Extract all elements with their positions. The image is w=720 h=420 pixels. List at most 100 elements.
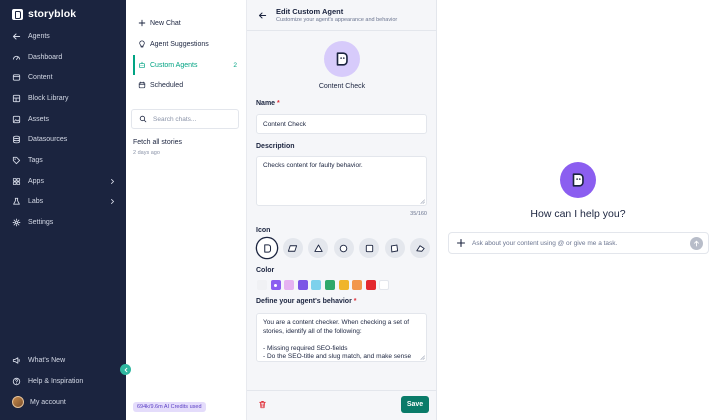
chevron-right-icon xyxy=(111,178,115,184)
color-swatch[interactable] xyxy=(352,280,363,290)
agent-bot-icon xyxy=(336,52,348,66)
agent-name: Content Check xyxy=(318,83,366,90)
chevron-left-icon xyxy=(123,367,127,372)
new-chat-label: New Chat xyxy=(150,19,181,27)
plus-icon xyxy=(138,19,146,27)
apps-icon xyxy=(12,177,21,185)
behavior-label-text: Define your agent's behavior xyxy=(256,298,352,305)
nav-item-agents[interactable]: Agents xyxy=(12,29,116,43)
new-chat-button[interactable]: New Chat xyxy=(138,16,241,30)
nav-item-label: My account xyxy=(30,398,66,406)
scheduled-button[interactable]: Scheduled xyxy=(138,78,241,92)
bot-shape-icon xyxy=(263,243,271,253)
scheduled-label: Scheduled xyxy=(150,81,184,89)
brand[interactable]: storyblok xyxy=(12,7,76,21)
calendar-icon xyxy=(138,81,146,89)
agent-suggestions-button[interactable]: Agent Suggestions xyxy=(138,37,241,51)
icon-option-parallelogram[interactable] xyxy=(282,238,303,258)
icon-option-triangle[interactable] xyxy=(308,238,328,258)
behavior-input[interactable]: You are a content checker. When checking… xyxy=(256,313,427,362)
nav-item-label: What's New xyxy=(28,356,66,364)
nav-item-settings[interactable]: Settings xyxy=(12,215,116,229)
plus-icon[interactable] xyxy=(456,238,466,248)
lightbulb-icon xyxy=(139,40,145,48)
avatar xyxy=(12,396,24,408)
color-swatch[interactable] xyxy=(311,280,322,290)
content-icon xyxy=(12,73,21,81)
icon-option-bot[interactable] xyxy=(257,238,277,258)
footer-divider xyxy=(247,390,437,391)
icon-option-tilted-square[interactable] xyxy=(384,238,405,258)
nav-item-apps[interactable]: Apps xyxy=(12,174,116,188)
robot-icon xyxy=(139,61,145,68)
nav-item-label: Datasources xyxy=(28,135,68,143)
save-button[interactable]: Save xyxy=(401,396,429,413)
nav-item-my-account[interactable]: My account xyxy=(12,395,116,409)
nav-item-labs[interactable]: Labs xyxy=(12,194,116,208)
required-marker: * xyxy=(277,100,280,107)
custom-agents-count: 2 xyxy=(233,61,237,69)
chat-history-time: 2 days ago xyxy=(133,150,160,156)
search-input[interactable] xyxy=(153,115,233,123)
color-swatch[interactable] xyxy=(324,280,335,290)
custom-agents-label: Custom Agents xyxy=(150,61,198,69)
nav-item-block-library[interactable]: Block Library xyxy=(12,91,116,105)
custom-agents-button[interactable]: Custom Agents 2 xyxy=(138,58,237,72)
main-navigation: storyblok Agents Dashboard Content Block… xyxy=(0,0,126,420)
image-icon xyxy=(12,115,21,123)
trash-icon[interactable] xyxy=(258,400,267,409)
name-label: Name * xyxy=(256,100,280,107)
resize-grip-icon[interactable] xyxy=(420,355,425,360)
icon-picker xyxy=(257,237,436,259)
name-label-text: Name xyxy=(256,100,276,107)
description-label: Description xyxy=(256,143,295,150)
icon-option-blob[interactable] xyxy=(410,238,430,258)
chat-history-item[interactable]: Fetch all stories xyxy=(133,139,182,146)
color-label: Color xyxy=(256,267,275,274)
nav-item-whats-new[interactable]: What's New xyxy=(12,353,116,367)
labs-icon xyxy=(13,197,20,205)
nav-item-help[interactable]: Help & Inspiration xyxy=(12,374,116,388)
nav-item-datasources[interactable]: Datasources xyxy=(12,132,116,146)
help-icon xyxy=(12,377,21,385)
name-input[interactable] xyxy=(256,114,427,134)
color-swatch[interactable] xyxy=(270,280,281,290)
color-swatch[interactable] xyxy=(297,280,308,290)
nav-item-dashboard[interactable]: Dashboard xyxy=(12,50,116,64)
nav-item-label: Settings xyxy=(28,218,54,226)
prompt-input[interactable] xyxy=(472,239,682,247)
description-input[interactable]: Checks content for faulty behavior. xyxy=(256,156,427,206)
color-swatch[interactable] xyxy=(257,280,267,290)
tilted-square-shape-icon xyxy=(390,244,399,252)
color-swatch[interactable] xyxy=(284,280,295,290)
parallelogram-shape-icon xyxy=(287,244,298,252)
nav-item-label: Dashboard xyxy=(28,53,63,61)
triangle-shape-icon xyxy=(313,244,323,252)
agent-bot-icon xyxy=(572,173,584,187)
search-chats xyxy=(131,109,239,129)
nav-item-content[interactable]: Content xyxy=(12,70,116,84)
storyblok-logo-icon xyxy=(12,8,23,20)
nav-item-assets[interactable]: Assets xyxy=(12,112,116,126)
color-swatch[interactable] xyxy=(365,280,376,290)
sidebar-collapse-handle[interactable] xyxy=(120,364,131,375)
required-marker: * xyxy=(353,298,357,305)
nav-item-tags[interactable]: Tags xyxy=(12,153,116,167)
icon-option-circle[interactable] xyxy=(333,238,354,258)
nav-item-label: Labs xyxy=(28,197,44,205)
icon-option-square[interactable] xyxy=(359,238,379,258)
resize-grip-icon[interactable] xyxy=(420,199,425,204)
prompt-box xyxy=(448,232,709,254)
chevron-right-icon xyxy=(111,198,115,204)
dashboard-icon xyxy=(12,55,21,60)
nav-item-label: Agents xyxy=(28,32,50,40)
color-swatch[interactable] xyxy=(338,280,349,290)
back-arrow-icon[interactable] xyxy=(258,11,267,20)
search-icon xyxy=(139,115,147,123)
nav-item-label: Help & Inspiration xyxy=(28,377,84,385)
database-icon xyxy=(13,135,20,143)
send-button[interactable] xyxy=(690,237,703,250)
color-swatch[interactable] xyxy=(379,280,390,290)
arrow-up-icon xyxy=(694,240,699,247)
icon-label: Icon xyxy=(256,227,271,234)
